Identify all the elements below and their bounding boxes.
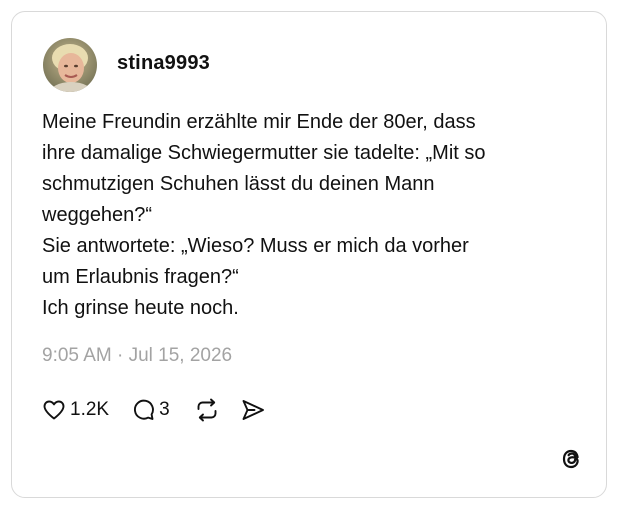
reply-count: 3: [159, 399, 170, 420]
action-bar: 1.2K 3: [42, 396, 266, 424]
threads-logo-icon[interactable]: [558, 446, 584, 472]
repost-button[interactable]: [194, 397, 220, 423]
comment-icon: [134, 399, 154, 420]
post-card: stina9993 Meine Freundin erzählte mir En…: [11, 11, 607, 498]
repost-icon: [197, 398, 217, 422]
avatar-image: [43, 38, 97, 92]
avatar[interactable]: [43, 38, 97, 92]
send-icon: [242, 400, 264, 420]
username[interactable]: stina9993: [117, 52, 210, 75]
heart-icon: [43, 400, 65, 420]
post-text: Meine Freundin erzählte mir Ende der 80e…: [42, 111, 486, 319]
share-button[interactable]: [240, 397, 266, 423]
reply-button[interactable]: 3: [131, 398, 170, 422]
post-timestamp: 9:05 AM · Jul 15, 2026: [42, 345, 233, 366]
like-button[interactable]: 1.2K: [42, 398, 109, 422]
like-count: 1.2K: [70, 399, 110, 420]
